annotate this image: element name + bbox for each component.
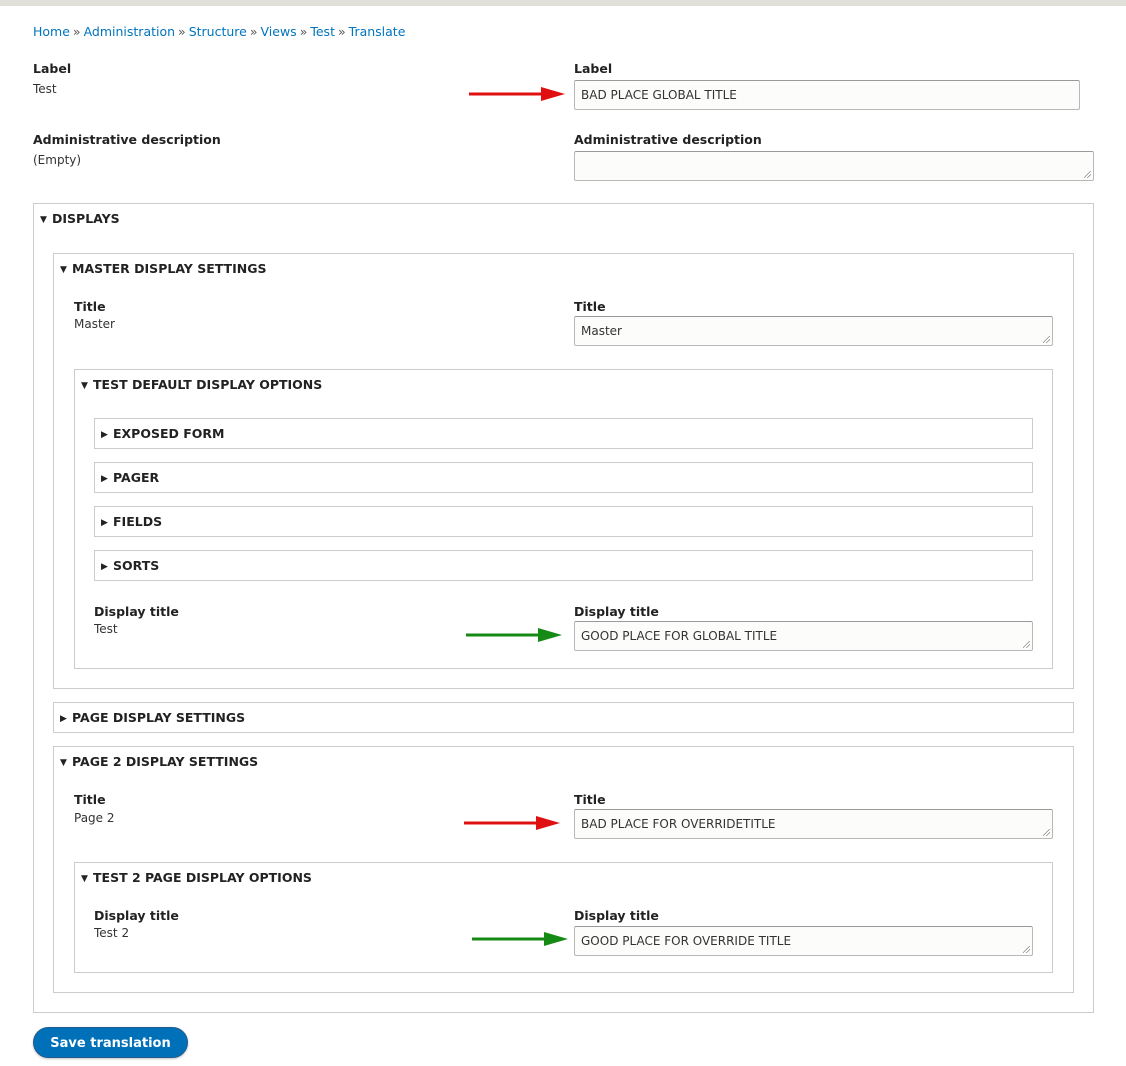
page-display-summary[interactable]: ▶ PAGE DISPLAY SETTINGS (60, 710, 245, 725)
page2-display-title-translation-textarea[interactable]: GOOD PLACE FOR OVERRIDE TITLE (574, 926, 1033, 956)
translation-label-heading: Label (574, 61, 613, 76)
default-display-title-translation-heading: Display title (574, 604, 659, 619)
collapsed-triangle-icon: ▶ (101, 562, 108, 572)
breadcrumb-separator: » (178, 24, 186, 39)
red-arrow-icon (469, 87, 565, 101)
page2-title-translation-textarea[interactable]: BAD PLACE FOR OVERRIDETITLE (574, 809, 1053, 839)
breadcrumb-structure[interactable]: Structure (189, 24, 247, 39)
default-display-title-source-heading: Display title (94, 604, 179, 619)
breadcrumb-home[interactable]: Home (33, 24, 70, 39)
page2-title-source-heading: Title (74, 792, 106, 807)
label-translation-input[interactable]: BAD PLACE GLOBAL TITLE (574, 80, 1080, 110)
master-title-translation-heading: Title (574, 299, 606, 314)
master-title-translation-textarea[interactable]: Master (574, 316, 1053, 346)
green-arrow-icon (472, 932, 568, 946)
breadcrumb-separator: » (337, 24, 346, 39)
breadcrumb-views[interactable]: Views (261, 24, 297, 39)
fields-summary[interactable]: ▶ FIELDS (101, 514, 162, 529)
master-title-source-value: Master (74, 317, 115, 331)
green-arrow-icon (466, 628, 562, 642)
breadcrumb-separator: » (299, 24, 308, 39)
default-display-options-summary[interactable]: ▼ TEST DEFAULT DISPLAY OPTIONS (81, 377, 322, 392)
source-label-heading: Label (33, 61, 72, 76)
breadcrumb-separator: » (72, 24, 81, 39)
save-translation-button[interactable]: Save translation (33, 1027, 188, 1058)
expanded-triangle-icon: ▼ (40, 215, 47, 225)
master-title-source-heading: Title (74, 299, 106, 314)
source-description-value: (Empty) (33, 153, 82, 167)
expanded-triangle-icon: ▼ (60, 265, 67, 275)
source-label-value: Test (33, 82, 57, 96)
collapsed-triangle-icon: ▶ (60, 714, 67, 724)
breadcrumb-separator: » (249, 24, 258, 39)
collapsed-triangle-icon: ▶ (101, 430, 108, 440)
sorts-summary[interactable]: ▶ SORTS (101, 558, 159, 573)
master-display-summary[interactable]: ▼ MASTER DISPLAY SETTINGS (60, 261, 266, 276)
breadcrumb-translate[interactable]: Translate (349, 24, 406, 39)
expanded-triangle-icon: ▼ (81, 381, 88, 391)
expanded-triangle-icon: ▼ (60, 758, 67, 768)
sorts-details (94, 550, 1033, 581)
expanded-triangle-icon: ▼ (81, 874, 88, 884)
red-arrow-icon (464, 816, 560, 830)
translation-description-heading: Administrative description (574, 132, 762, 147)
source-description-heading: Administrative description (33, 132, 221, 147)
default-display-title-source-value: Test (94, 622, 118, 636)
page2-title-source-value: Page 2 (74, 811, 115, 825)
breadcrumb-administration[interactable]: Administration (84, 24, 175, 39)
collapsed-triangle-icon: ▶ (101, 518, 108, 528)
pager-details (94, 462, 1033, 493)
collapsed-triangle-icon: ▶ (101, 474, 108, 484)
displays-summary[interactable]: ▼ DISPLAYS (40, 211, 120, 226)
page2-display-title-translation-heading: Display title (574, 908, 659, 923)
exposed-form-summary[interactable]: ▶ EXPOSED FORM (101, 426, 224, 441)
page2-display-title-source-heading: Display title (94, 908, 179, 923)
breadcrumb-test[interactable]: Test (310, 24, 335, 39)
page2-display-options-summary[interactable]: ▼ TEST 2 PAGE DISPLAY OPTIONS (81, 870, 312, 885)
breadcrumb: Home» Administration» Structure» Views» Test… (33, 24, 405, 39)
page2-display-title-source-value: Test 2 (94, 926, 130, 940)
exposed-form-details (94, 418, 1033, 449)
pager-summary[interactable]: ▶ PAGER (101, 470, 159, 485)
page2-title-translation-heading: Title (574, 792, 606, 807)
fields-details (94, 506, 1033, 537)
page2-display-summary[interactable]: ▼ PAGE 2 DISPLAY SETTINGS (60, 754, 258, 769)
top-bar (0, 0, 1126, 6)
default-display-title-translation-textarea[interactable]: GOOD PLACE FOR GLOBAL TITLE (574, 621, 1033, 651)
description-translation-textarea[interactable] (574, 151, 1094, 181)
